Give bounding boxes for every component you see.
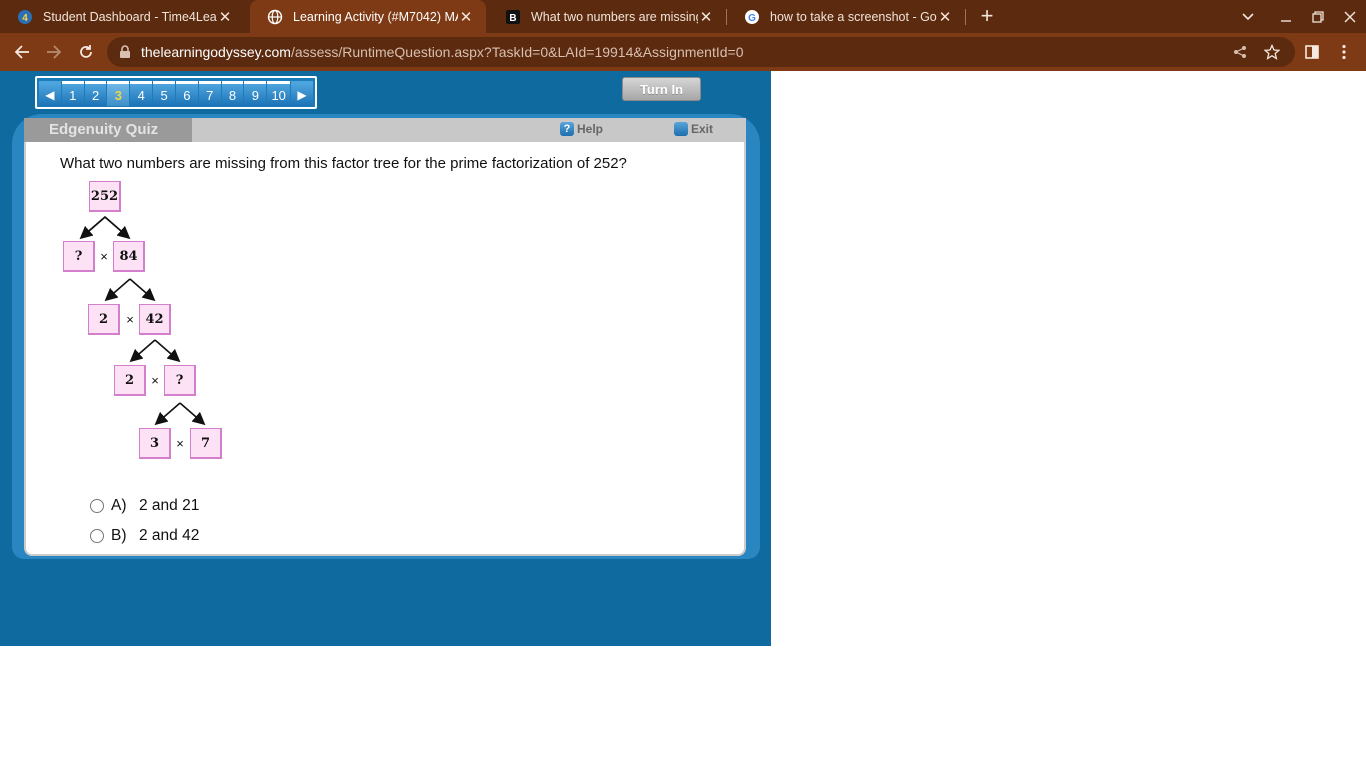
restore-icon[interactable] [1303,0,1333,33]
tab-learning-activity[interactable]: Learning Activity (#M7042) MA7 ✕ [250,0,486,33]
tab-title: Student Dashboard - Time4Learning [43,9,217,24]
factor-tree-branches [79,215,206,426]
factor-tree-node: 2 [114,365,146,396]
side-panel-icon[interactable] [1298,38,1326,66]
tab-separator [965,9,966,25]
tab-what-two-numbers[interactable]: B What two numbers are missing from ✕ [488,0,726,33]
svg-text:G: G [748,13,756,24]
svg-text:4: 4 [22,13,28,24]
answer-text: 2 and 21 [139,497,200,514]
lock-icon[interactable] [119,45,131,64]
close-tab-icon[interactable]: ✕ [458,8,474,26]
answer-letter: B) [111,527,127,544]
forward-arrow-icon[interactable] [40,38,68,66]
answer-a-radio[interactable] [90,499,104,513]
factor-tree-node: 2 [88,304,120,335]
answer-text: 2 and 42 [139,527,200,544]
reload-icon[interactable] [72,38,100,66]
tab-student-dashboard[interactable]: 4 Student Dashboard - Time4Learning ✕ [0,0,245,33]
address-bar[interactable]: thelearningodyssey.com/assess/RuntimeQue… [107,37,1295,67]
factor-tree-node: 7 [190,428,222,459]
url-path: /assess/RuntimeQuestion.aspx?TaskId=0&LA… [290,44,744,60]
answer-option-a[interactable]: A) 2 and 21 [90,497,199,515]
close-tab-icon[interactable]: ✕ [217,8,233,26]
globe-icon [267,9,283,25]
times-symbol: × [126,312,134,327]
url-host: thelearningodyssey.com [141,44,291,60]
back-arrow-icon[interactable] [8,38,36,66]
tab-title: Learning Activity (#M7042) MA7 [293,9,458,24]
factor-tree-node: 3 [139,428,171,459]
bookmark-star-icon[interactable] [1263,43,1281,61]
quiz-page: ◀ 1 2 3 4 5 6 7 8 9 10 ▶ Turn In Edgenui… [0,71,771,646]
time4learning-favicon-icon: 4 [17,9,33,25]
times-symbol: × [100,249,108,264]
brainly-favicon-icon: B [505,9,521,25]
new-tab-button[interactable]: + [976,4,998,28]
tab-title: how to take a screenshot - Google [770,9,937,24]
url-text: thelearningodyssey.com/assess/RuntimeQue… [141,44,744,60]
close-tab-icon[interactable]: ✕ [937,8,953,26]
factor-tree-node-missing: ? [63,241,95,272]
browser-tab-bar: 4 Student Dashboard - Time4Learning ✕ Le… [0,0,1366,33]
times-symbol: × [176,436,184,451]
tab-title: What two numbers are missing from [531,9,698,24]
factor-tree-node-missing: ? [164,365,196,396]
factor-tree-root: 252 [89,181,121,212]
tab-google-search[interactable]: G how to take a screenshot - Google ✕ [727,0,965,33]
answer-option-b[interactable]: B) 2 and 42 [90,527,199,545]
tab-search-chevron-icon[interactable] [1233,0,1263,33]
more-menu-icon[interactable] [1330,38,1358,66]
minimize-icon[interactable] [1271,0,1301,33]
close-window-icon[interactable] [1335,0,1365,33]
answer-letter: A) [111,497,127,514]
factor-tree-node: 42 [139,304,171,335]
answer-b-radio[interactable] [90,529,104,543]
browser-toolbar: thelearningodyssey.com/assess/RuntimeQue… [0,33,1366,71]
factor-tree-node: 84 [113,241,145,272]
share-icon[interactable] [1231,43,1249,61]
close-tab-icon[interactable]: ✕ [698,8,714,26]
google-favicon-icon: G [744,9,760,25]
svg-text:B: B [509,13,516,24]
times-symbol: × [151,373,159,388]
